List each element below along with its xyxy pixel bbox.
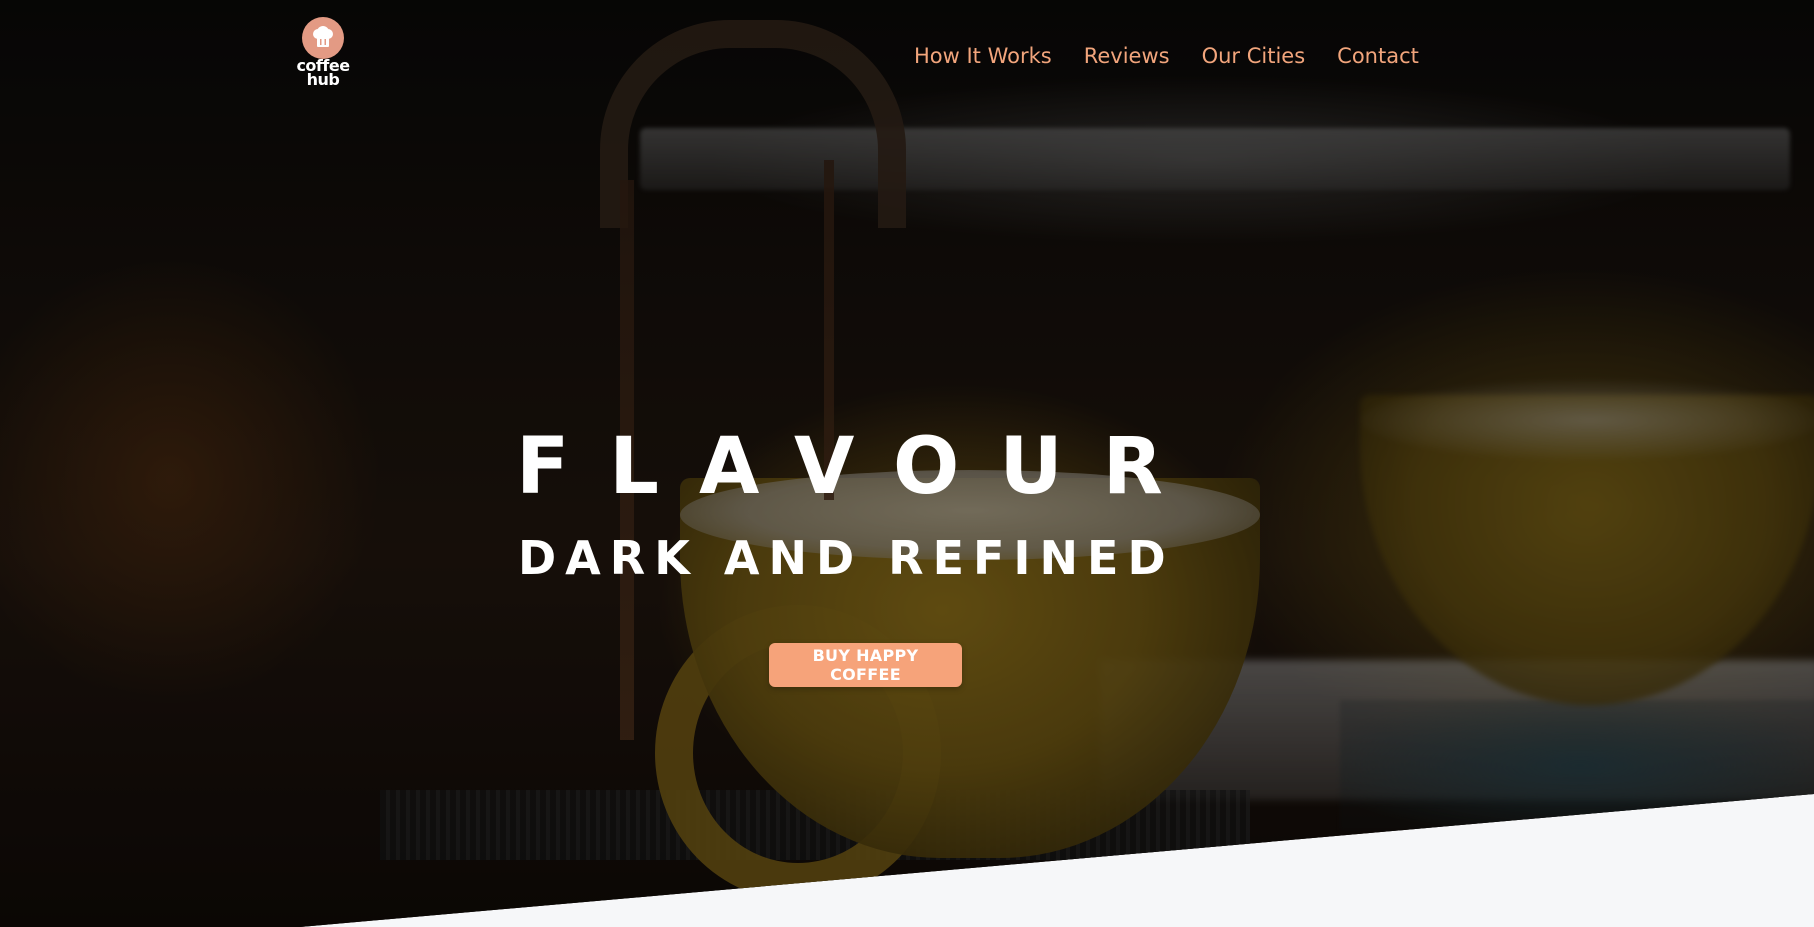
nav-link-how-it-works[interactable]: How It Works <box>914 40 1052 72</box>
hero-title: FLAVOUR <box>516 422 1203 512</box>
chef-hat-icon <box>313 26 333 47</box>
hero-section: FLAVOUR DARK AND REFINED BUY HAPPY COFFE… <box>0 0 1814 927</box>
hero-subtitle: DARK AND REFINED <box>518 531 1175 585</box>
nav-link-reviews[interactable]: Reviews <box>1084 40 1170 72</box>
nav-link-contact[interactable]: Contact <box>1337 40 1419 72</box>
logo-line-2: hub <box>306 70 340 89</box>
logo-wordmark: coffee hub <box>292 58 354 89</box>
logo-badge <box>302 17 344 59</box>
main-nav: How It Works Reviews Our Cities Contact <box>914 40 1419 72</box>
buy-coffee-button[interactable]: BUY HAPPY COFFEE <box>769 643 962 687</box>
nav-link-our-cities[interactable]: Our Cities <box>1202 40 1306 72</box>
site-header: coffee hub How It Works Reviews Our Citi… <box>0 0 1814 110</box>
landing-page: FLAVOUR DARK AND REFINED BUY HAPPY COFFE… <box>0 0 1814 927</box>
coffee-hub-logo[interactable]: coffee hub <box>292 17 354 93</box>
